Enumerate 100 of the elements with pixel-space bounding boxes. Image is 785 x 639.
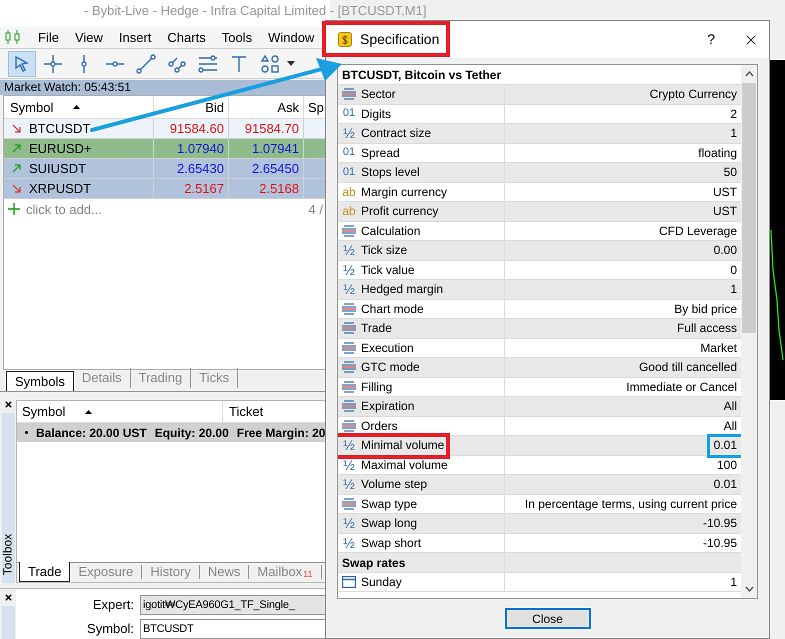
crosshair-icon [42, 52, 64, 75]
list-icon [342, 224, 356, 237]
property-value: 1 [730, 574, 737, 591]
property-value: 1 [730, 125, 737, 142]
integer-icon: 01 [342, 166, 356, 178]
sort-arrow-icon [73, 105, 80, 110]
account-summary: Equity: 20.00 [154, 424, 229, 442]
property-label: Tick value [361, 262, 415, 279]
account-summary: Free Margin: 20 [236, 424, 326, 442]
panel-tab[interactable]: Symbols [6, 371, 74, 392]
property-value: Market [700, 340, 737, 357]
bid-price: 1.07940 [154, 139, 229, 158]
close-icon[interactable] [4, 593, 12, 602]
close-button[interactable]: Close [504, 608, 590, 629]
property-label: Contract size [361, 125, 432, 142]
down-arrow-icon [12, 184, 21, 194]
property-label: Filling [361, 378, 392, 396]
window-title: - Bybit-Live - Hedge - Infra Capital Limited - [BTCUSDT,M1] [84, 3, 426, 18]
property-label: Spread [361, 144, 400, 162]
sort-arrow-icon [85, 410, 92, 414]
property-value: 0 [730, 262, 737, 279]
unread-count: 11 [303, 570, 313, 580]
symbol-name: XRPUSDT [29, 180, 92, 198]
account-summary: Balance: 20.00 UST [36, 424, 147, 442]
menu-item[interactable]: Tools [214, 28, 260, 47]
bid-price: 2.65430 [154, 159, 229, 178]
property-value: 0.01 [714, 476, 737, 494]
up-arrow-icon [12, 164, 21, 174]
property-value: 0.00 [714, 242, 737, 260]
menu-item[interactable]: Insert [110, 28, 160, 47]
ask-price: 2.5168 [229, 179, 304, 198]
menu-item[interactable]: Charts [159, 28, 214, 47]
column-header[interactable]: Ask [229, 96, 304, 118]
close-icon[interactable] [4, 400, 12, 410]
property-label: Volume step [361, 476, 428, 494]
property-label: Hedged margin [361, 281, 444, 298]
toolbar-button[interactable] [8, 50, 36, 77]
panel-tab[interactable]: Trade [19, 562, 70, 582]
column-header[interactable]: Ticket [223, 401, 264, 422]
toolbox-side-bar[interactable]: Toolbox [2, 413, 14, 584]
property-value: UST [713, 184, 737, 201]
property-label: GTC mode [361, 359, 420, 376]
column-header[interactable]: Symbol [10, 98, 54, 118]
property-value: floating [698, 144, 737, 162]
property-value: UST [713, 203, 737, 220]
column-header[interactable]: Bid [154, 96, 229, 118]
vertical-line-icon [81, 52, 87, 75]
horizontal-line-icon [104, 60, 126, 67]
property-label: Chart mode [361, 300, 424, 318]
bullet-icon [25, 431, 28, 434]
list-icon [342, 361, 356, 374]
property-label: Minimal volume [361, 437, 444, 454]
ask-price: 1.07941 [229, 139, 304, 158]
integer-icon: 01 [342, 147, 356, 158]
property-value: Full access [676, 320, 737, 338]
calendar-icon [342, 575, 356, 588]
property-value: 50 [724, 164, 737, 182]
column-header[interactable]: Sp [304, 96, 324, 118]
menu-item[interactable]: File [30, 28, 67, 47]
property-label: Trade [361, 320, 392, 338]
scroll-down-icon[interactable] [744, 586, 754, 592]
property-label: Swap long [361, 515, 418, 532]
menu-item[interactable]: Window [260, 28, 322, 47]
column-header[interactable]: Symbol [22, 402, 66, 422]
caret-icon [287, 60, 295, 67]
list-icon [342, 88, 356, 100]
candlestick-icon [4, 30, 22, 44]
side-bar [2, 606, 14, 639]
section-heading: Swap rates [338, 553, 505, 572]
scrollbar[interactable] [741, 65, 757, 598]
fraction-icon: ½ [343, 438, 355, 452]
property-value: All [724, 418, 737, 435]
add-symbol-link[interactable]: click to add... [26, 200, 102, 220]
menu-item[interactable]: View [66, 28, 111, 47]
fraction-icon: ½ [343, 458, 355, 472]
plus-icon [8, 203, 20, 216]
field-label: Expert: [92, 596, 135, 614]
help-button[interactable]: ? [707, 29, 715, 50]
bid-price: 2.5167 [154, 179, 229, 198]
property-value: All [724, 398, 737, 416]
fraction-icon: ½ [343, 243, 355, 258]
levels-icon [197, 52, 219, 75]
property-value: Good till cancelled [638, 359, 737, 376]
symbol-name: SUIUSDT [29, 160, 86, 178]
property-value: Immediate or Cancel [626, 378, 737, 396]
toolbox-label: Toolbox [2, 532, 14, 578]
property-value: 100 [716, 456, 737, 474]
trend-line-icon [135, 52, 157, 75]
list-icon [342, 342, 356, 354]
scroll-up-icon[interactable] [744, 71, 754, 77]
ask-price: 91584.70 [229, 119, 304, 138]
text-type-icon: ab [342, 186, 356, 198]
list-icon [342, 400, 356, 412]
property-label: Execution [361, 340, 414, 357]
fraction-icon: ½ [343, 536, 355, 550]
fraction-icon: ½ [343, 477, 355, 492]
property-label: Swap short [361, 534, 422, 552]
fraction-icon: ½ [343, 126, 355, 140]
property-value: 0.01 [714, 437, 737, 454]
property-label: Swap type [361, 496, 418, 513]
